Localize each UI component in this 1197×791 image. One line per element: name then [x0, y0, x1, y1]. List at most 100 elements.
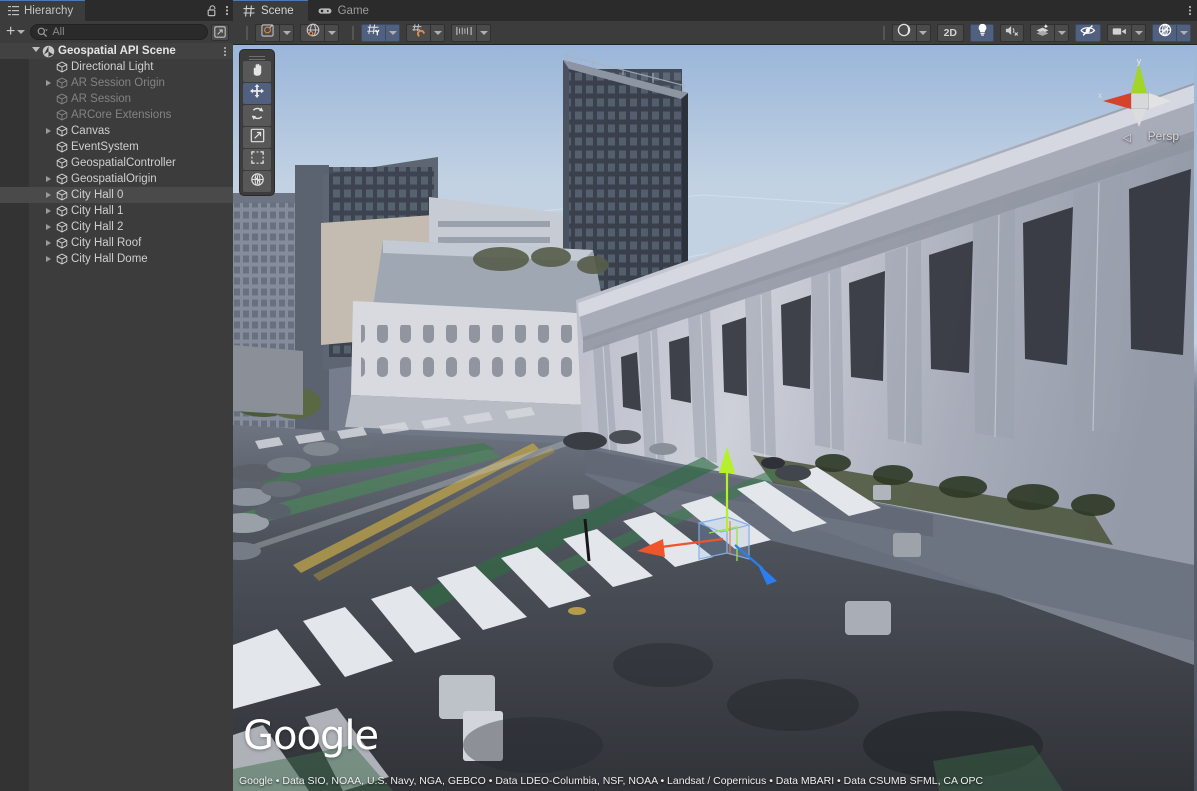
add-gameobject-label: +	[6, 25, 15, 39]
gizmo-globe-icon	[1158, 23, 1172, 42]
draw-mode-dropdown[interactable]	[279, 24, 294, 42]
scene-audio-button[interactable]	[1000, 24, 1024, 42]
hierarchy-item-canvas[interactable]: Canvas	[0, 123, 233, 139]
expand-triangle[interactable]	[43, 192, 54, 198]
grid-size-dropdown[interactable]	[476, 24, 491, 42]
scene-visibility-button[interactable]	[1075, 24, 1101, 42]
scene-view-panel: Scene Game	[233, 0, 1197, 791]
scene-camera-control[interactable]	[1107, 24, 1146, 42]
hierarchy-kebab-menu-icon[interactable]	[225, 4, 229, 17]
gizmo-collapse-icon[interactable]: ◁	[1123, 131, 1131, 144]
shaded-mode-icon	[261, 24, 274, 42]
hierarchy-popout-button[interactable]	[211, 24, 229, 41]
gameobject-cube-icon	[54, 253, 69, 265]
move-arrows-icon	[249, 83, 265, 104]
grid-snap-button[interactable]	[406, 24, 430, 42]
gizmo-projection-label[interactable]: Persp	[1148, 129, 1179, 143]
gizmos-dropdown[interactable]	[1176, 24, 1191, 42]
expand-triangle[interactable]	[43, 208, 54, 214]
hierarchy-item-ar-session[interactable]: AR Session	[0, 91, 233, 107]
draw-mode-control[interactable]	[255, 24, 294, 42]
hand-tool-button[interactable]	[243, 61, 271, 82]
grid-axis-control[interactable]	[361, 24, 400, 42]
view-mode-control[interactable]	[300, 24, 339, 42]
toggle-2d-label: 2D	[944, 27, 957, 39]
shading-sphere-dropdown[interactable]	[916, 24, 931, 42]
expand-triangle[interactable]	[43, 224, 54, 230]
hierarchy-tree[interactable]: Geospatial API Scene Directional Light AR…	[0, 43, 233, 791]
scale-tool-button[interactable]	[243, 127, 271, 148]
scene-fx-control[interactable]	[1030, 24, 1069, 42]
toggle-2d-button[interactable]: 2D	[937, 24, 964, 42]
hierarchy-icon	[8, 5, 19, 16]
hierarchy-item-label: Directional Light	[69, 61, 153, 73]
google-logo: Google	[243, 713, 378, 759]
hierarchy-item-city-hall-0[interactable]: City Hall 0	[0, 187, 233, 203]
scene-tabbar-kebab-menu-icon[interactable]	[1188, 0, 1192, 21]
rect-tool-button[interactable]	[243, 149, 271, 170]
hierarchy-item-label: EventSystem	[69, 141, 139, 153]
expand-triangle[interactable]	[43, 128, 54, 134]
shading-sphere-control[interactable]	[892, 24, 931, 42]
scene-camera-button[interactable]	[1107, 24, 1131, 42]
draw-mode-button[interactable]	[255, 24, 279, 42]
expand-triangle[interactable]	[43, 240, 54, 246]
drag-handle-icon[interactable]	[243, 53, 271, 60]
grid-snap-control[interactable]	[406, 24, 445, 42]
popout-window-icon	[214, 26, 226, 38]
chevron-down-icon	[1058, 31, 1066, 35]
tab-scene[interactable]: Scene	[233, 0, 308, 21]
scene-root-expand-triangle[interactable]	[30, 47, 41, 55]
expand-triangle[interactable]	[43, 256, 54, 262]
grid-size-button[interactable]	[451, 24, 476, 42]
scene-viewport[interactable]: y x ◁ Persp Google Google • Data SIO, NO…	[233, 45, 1197, 791]
grid-size-control[interactable]	[451, 24, 491, 42]
hierarchy-item-arcore-extensions[interactable]: ARCore Extensions	[0, 107, 233, 123]
hierarchy-item-geospatialcontroller[interactable]: GeospatialController	[0, 155, 233, 171]
move-tool-button[interactable]	[243, 83, 271, 104]
move-handle-gizmo[interactable]	[631, 435, 811, 615]
view-mode-dropdown[interactable]	[324, 24, 339, 42]
scene-camera-dropdown[interactable]	[1131, 24, 1146, 42]
lock-open-icon[interactable]	[207, 4, 218, 17]
hierarchy-item-label: City Hall 1	[69, 205, 123, 217]
hierarchy-item-city-hall-2[interactable]: City Hall 2	[0, 219, 233, 235]
grid-snap-dropdown[interactable]	[430, 24, 445, 42]
hierarchy-item-directional-light[interactable]: Directional Light	[0, 59, 233, 75]
hierarchy-item-city-hall-dome[interactable]: City Hall Dome	[0, 251, 233, 267]
expand-triangle[interactable]	[43, 80, 54, 86]
scene-tool-palette[interactable]	[239, 49, 275, 196]
hierarchy-item-eventsystem[interactable]: EventSystem	[0, 139, 233, 155]
tab-game[interactable]: Game	[308, 0, 383, 21]
tab-hierarchy[interactable]: Hierarchy	[0, 0, 85, 21]
chevron-down-icon	[17, 30, 25, 34]
scene-root-label: Geospatial API Scene	[56, 45, 176, 57]
transform-tool-button[interactable]	[243, 171, 271, 192]
hierarchy-item-city-hall-roof[interactable]: City Hall Roof	[0, 235, 233, 251]
gizmos-control[interactable]	[1152, 24, 1191, 42]
scene-fx-button[interactable]	[1030, 24, 1054, 42]
globe-2d-button[interactable]	[300, 24, 324, 42]
hierarchy-item-label: City Hall Dome	[69, 253, 148, 265]
expand-triangle[interactable]	[43, 176, 54, 182]
tab-scene-label: Scene	[261, 5, 294, 17]
scene-fx-dropdown[interactable]	[1054, 24, 1069, 42]
gizmo-z-handle	[757, 563, 777, 585]
scene-root-kebab-menu-icon[interactable]	[223, 43, 227, 59]
grid-ruler-icon	[456, 24, 472, 42]
hand-icon	[250, 62, 265, 82]
gizmos-button[interactable]	[1152, 24, 1176, 42]
grid-axis-dropdown[interactable]	[385, 24, 400, 42]
chevron-down-icon	[434, 31, 442, 35]
hierarchy-item-geospatialorigin[interactable]: GeospatialOrigin	[0, 171, 233, 187]
rotate-icon	[250, 106, 265, 126]
rotate-tool-button[interactable]	[243, 105, 271, 126]
hierarchy-item-city-hall-1[interactable]: City Hall 1	[0, 203, 233, 219]
hierarchy-scene-root[interactable]: Geospatial API Scene	[0, 43, 233, 59]
grid-axis-button[interactable]	[361, 24, 385, 42]
shading-sphere-button[interactable]	[892, 24, 916, 42]
hierarchy-item-ar-session-origin[interactable]: AR Session Origin	[0, 75, 233, 91]
hierarchy-search-input[interactable]: All	[30, 24, 208, 40]
add-gameobject-button[interactable]: +	[4, 23, 27, 41]
scene-lighting-button[interactable]	[970, 24, 994, 42]
